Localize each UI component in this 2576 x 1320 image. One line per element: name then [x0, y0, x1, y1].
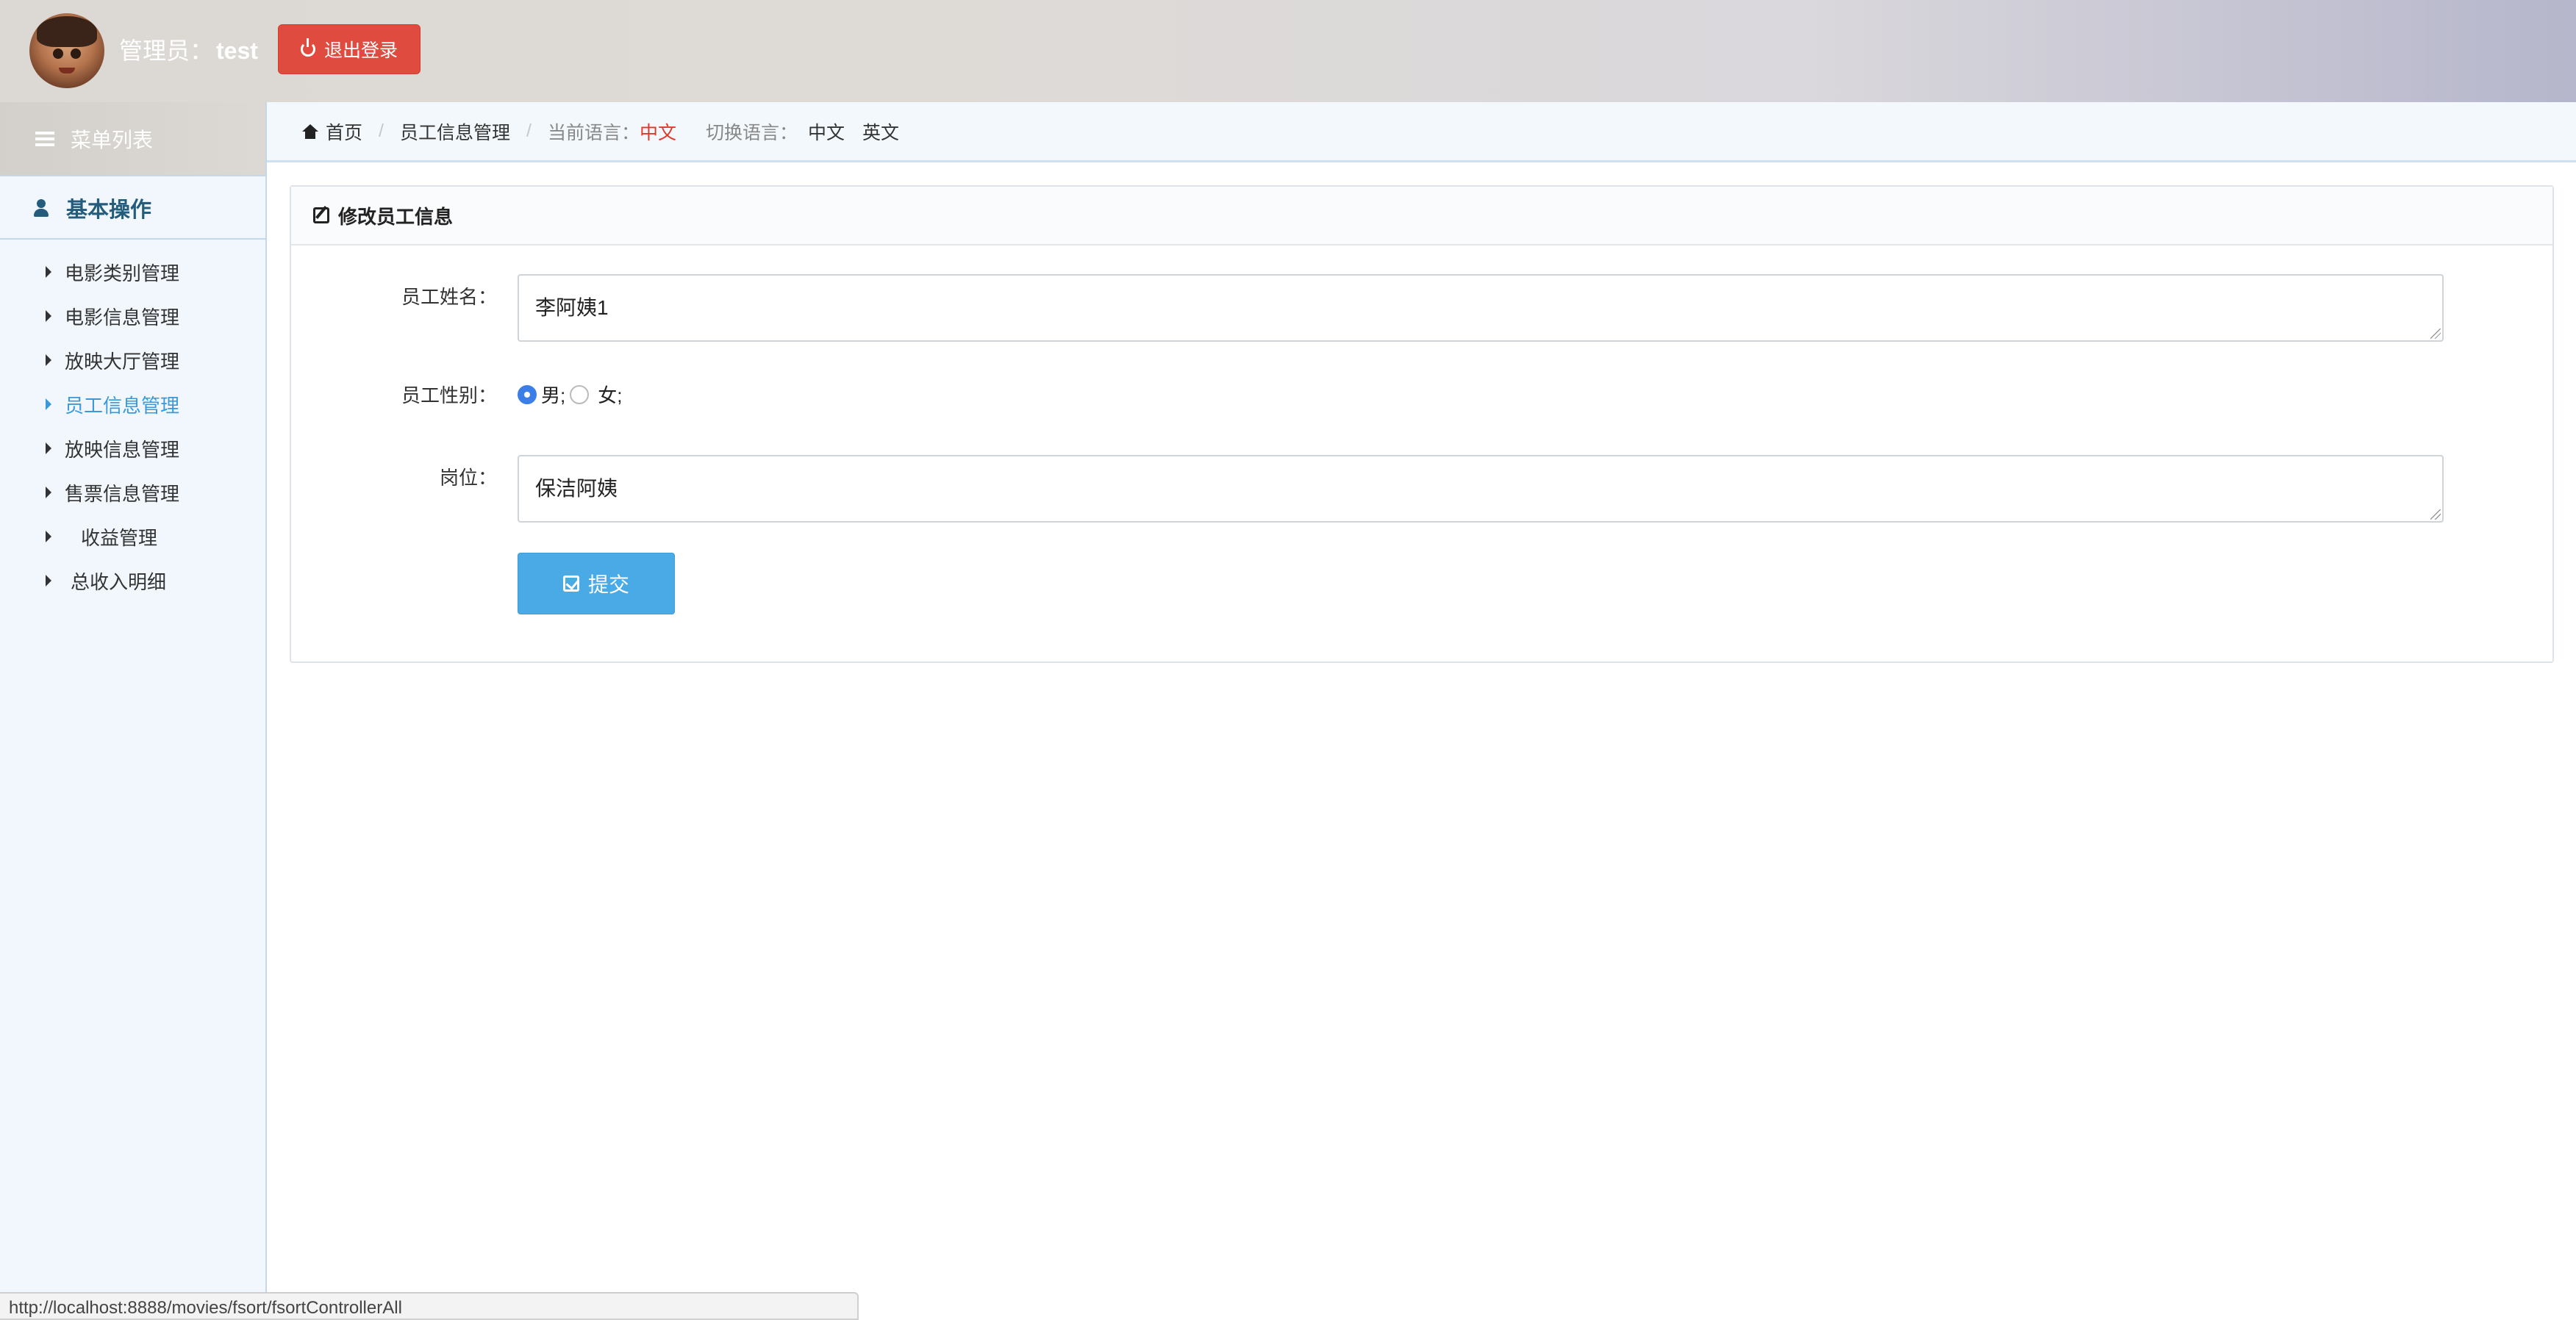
staff-name-value: 李阿姨1	[535, 296, 609, 319]
sidebar-item-label: 电影类别管理	[65, 262, 180, 284]
sidebar-item-staff[interactable]: 员工信息管理	[0, 382, 265, 426]
sidebar-item-label: 售票信息管理	[65, 482, 180, 505]
current-language-label: 当前语言：	[547, 122, 640, 143]
caret-right-icon	[46, 487, 51, 498]
sidebar-nav-list: 电影类别管理 电影信息管理 放映大厅管理 员工信息管理 放映信息管理 售票信息管…	[0, 240, 265, 603]
avatar	[29, 13, 104, 88]
edit-icon	[313, 207, 329, 223]
group-title-label: 基本操作	[66, 198, 152, 222]
caret-right-icon	[46, 442, 51, 454]
sidebar-item-movie-info[interactable]: 电影信息管理	[0, 294, 265, 338]
position-label: 岗位：	[439, 467, 497, 489]
sidebar-item-label: 放映大厅管理	[65, 350, 180, 373]
gender-radio-group: 男; 女;	[518, 381, 626, 408]
breadcrumb-separator: /	[379, 121, 384, 141]
current-language-value: 中文	[639, 122, 676, 143]
admin-username: test	[216, 37, 258, 64]
position-field[interactable]: 保洁阿姨	[518, 455, 2444, 523]
panel-heading: 修改员工信息	[291, 187, 2552, 245]
sidebar-item-tickets[interactable]: 售票信息管理	[0, 470, 265, 514]
home-icon	[302, 123, 318, 139]
admin-label: 管理员： test	[119, 32, 258, 66]
panel-title: 修改员工信息	[338, 205, 454, 228]
gender-male-label: 男;	[541, 384, 566, 406]
sidebar-item-label: 总收入明细	[71, 570, 167, 593]
gender-male-radio[interactable]	[518, 384, 537, 404]
caret-right-icon	[46, 266, 51, 278]
sidebar-item-label: 放映信息管理	[65, 438, 180, 461]
caret-right-icon	[46, 310, 51, 322]
list-icon	[35, 131, 54, 146]
sidebar-item-screening[interactable]: 放映信息管理	[0, 426, 265, 470]
check-square-icon	[562, 575, 579, 592]
language-option-english[interactable]: 英文	[862, 118, 899, 145]
browser-status-bar: http://localhost:8888/movies/fsort/fsort…	[0, 1292, 859, 1320]
sidebar-item-revenue[interactable]: 收益管理	[0, 514, 265, 559]
sidebar-group-basic[interactable]: 基本操作	[0, 178, 265, 240]
top-header: 管理员： test 退出登录	[0, 0, 2576, 102]
caret-right-icon	[46, 531, 51, 542]
caret-right-icon	[46, 398, 51, 410]
position-value: 保洁阿姨	[535, 477, 618, 500]
menu-title-label: 菜单列表	[71, 128, 154, 151]
submit-button[interactable]: 提交	[518, 553, 675, 614]
resize-handle-icon[interactable]	[2430, 329, 2441, 339]
caret-right-icon	[46, 575, 51, 587]
logout-button[interactable]: 退出登录	[278, 24, 421, 74]
user-icon	[34, 199, 49, 217]
language-option-chinese[interactable]: 中文	[808, 118, 845, 145]
breadcrumb-separator: /	[526, 121, 532, 141]
gender-female-label: 女;	[598, 384, 623, 406]
breadcrumb-current: 员工信息管理	[399, 122, 510, 143]
logout-label: 退出登录	[323, 40, 398, 61]
gender-label: 员工性别：	[401, 384, 497, 406]
caret-right-icon	[46, 354, 51, 366]
name-label: 员工姓名：	[401, 286, 497, 308]
sidebar-item-hall[interactable]: 放映大厅管理	[0, 338, 265, 382]
status-url: http://localhost:8888/movies/fsort/fsort…	[9, 1298, 402, 1318]
sidebar-item-label: 收益管理	[81, 526, 158, 549]
breadcrumb: 首页 / 员工信息管理 / 当前语言： 中文 切换语言： 中文 英文	[267, 102, 2576, 162]
staff-name-field[interactable]: 李阿姨1	[518, 274, 2444, 342]
sidebar-item-label: 员工信息管理	[65, 394, 180, 417]
submit-label: 提交	[587, 573, 629, 596]
edit-staff-panel: 修改员工信息 员工姓名： 李阿姨1 员工性别： 男; 女; 岗位： 保洁阿姨 提交	[290, 185, 2554, 663]
sidebar-menu-title: 菜单列表	[0, 102, 265, 176]
sidebar-item-movie-category[interactable]: 电影类别管理	[0, 250, 265, 294]
sidebar: 菜单列表 基本操作 电影类别管理 电影信息管理 放映大厅管理 员工信息管理 放映…	[0, 102, 267, 1320]
gender-female-radio[interactable]	[570, 384, 590, 404]
admin-prefix: 管理员：	[119, 37, 214, 64]
resize-handle-icon[interactable]	[2430, 509, 2441, 520]
breadcrumb-home[interactable]: 首页	[326, 118, 362, 145]
power-icon	[300, 38, 315, 57]
sidebar-item-label: 电影信息管理	[65, 306, 180, 329]
sidebar-item-income-detail[interactable]: 总收入明细	[0, 559, 265, 603]
switch-language-label: 切换语言：	[705, 122, 798, 143]
